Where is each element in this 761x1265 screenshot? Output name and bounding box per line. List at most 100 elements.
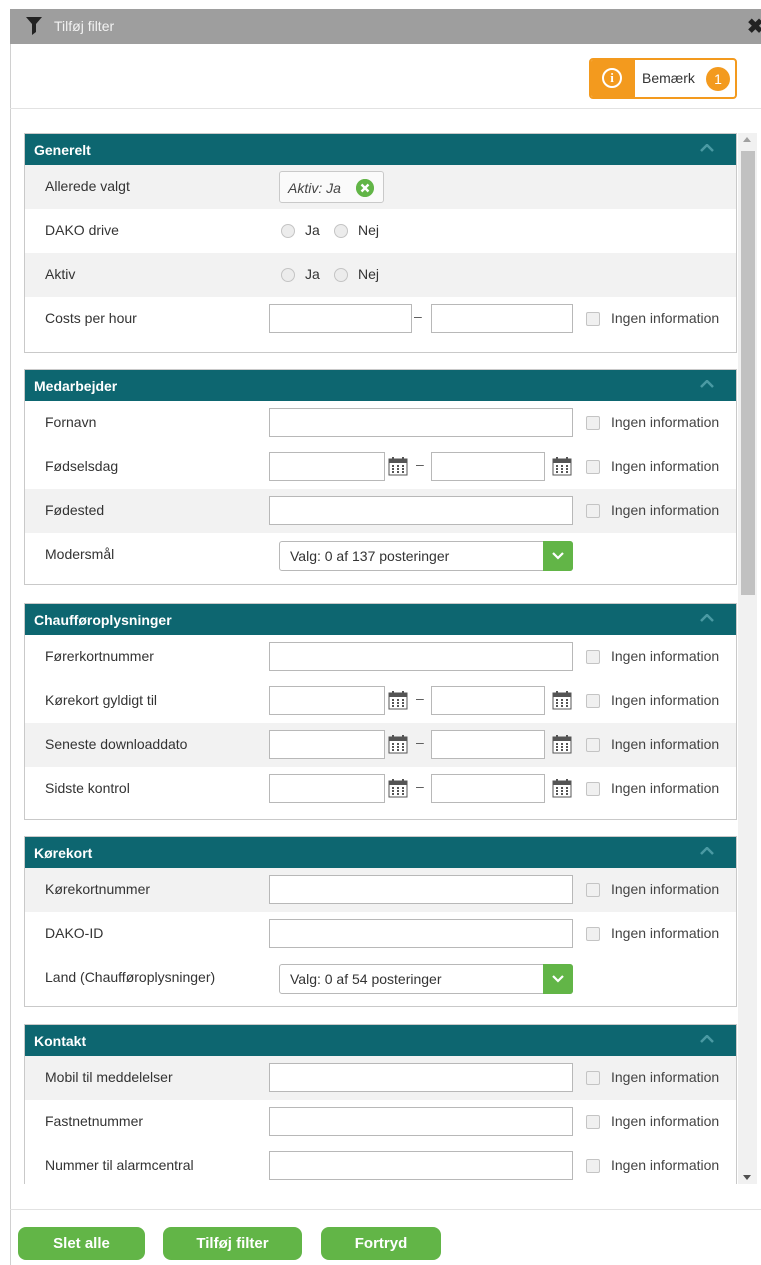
last-download-to-input[interactable] (431, 730, 545, 759)
license-number-input[interactable] (269, 642, 573, 671)
section-header-medarbejder[interactable]: Medarbejder (25, 370, 736, 401)
chevron-up-icon[interactable] (700, 614, 714, 622)
costs-from-input[interactable] (269, 304, 412, 333)
notice-button[interactable]: i Bemærk 1 (589, 58, 737, 99)
no-info-checkbox[interactable] (586, 312, 600, 326)
row-birthplace: Fødested Ingen information (25, 489, 736, 533)
no-info-checkbox[interactable] (586, 1115, 600, 1129)
notice-label: Bemærk (642, 70, 695, 86)
no-info-checkbox[interactable] (586, 927, 600, 941)
no-info-checkbox[interactable] (586, 416, 600, 430)
section-title: Medarbejder (34, 378, 118, 394)
no-info-label: Ingen information (611, 414, 720, 430)
chevron-up-icon[interactable] (700, 1035, 714, 1043)
section-title: Chaufføroplysninger (34, 612, 172, 628)
calendar-icon[interactable] (388, 778, 408, 798)
radio-yes[interactable] (281, 224, 295, 238)
no-info-checkbox[interactable] (586, 1071, 600, 1085)
chevron-down-icon (552, 552, 564, 560)
calendar-icon[interactable] (388, 456, 408, 476)
section-header-generelt[interactable]: Generelt (25, 134, 736, 165)
range-dash: – (416, 778, 424, 794)
no-info-checkbox[interactable] (586, 460, 600, 474)
row-dako-drive: DAKO drive Ja Nej (25, 209, 736, 253)
row-country: Land (Chaufføroplysninger) Valg: 0 af 54… (25, 956, 736, 1000)
row-license-valid: Kørekort gyldigt til – Ingen information (25, 679, 736, 723)
country-select[interactable]: Valg: 0 af 54 posteringer (279, 964, 573, 994)
section-title: Kontakt (34, 1033, 87, 1049)
chevron-up-icon[interactable] (700, 380, 714, 388)
filter-scroll-area[interactable]: Generelt Allerede valgt Aktiv: Ja DAKO d… (24, 133, 738, 1184)
costs-to-input[interactable] (431, 304, 573, 333)
row-aktiv: Aktiv Ja Nej (25, 253, 736, 297)
remove-circle-icon[interactable] (356, 179, 374, 197)
select-toggle[interactable] (543, 541, 573, 571)
calendar-icon[interactable] (552, 690, 572, 710)
calendar-icon[interactable] (552, 778, 572, 798)
korekort-number-input[interactable] (269, 875, 573, 904)
select-toggle[interactable] (543, 964, 573, 994)
scrollbar-thumb[interactable] (741, 151, 755, 595)
last-check-from-input[interactable] (269, 774, 385, 803)
delete-all-button[interactable]: Slet alle (18, 1227, 145, 1260)
vertical-scrollbar[interactable] (738, 133, 757, 1184)
no-info-label: Ingen information (611, 692, 720, 708)
last-download-from-input[interactable] (269, 730, 385, 759)
row-last-check: Sidste kontrol – Ingen information (25, 767, 736, 811)
section-header-korekort[interactable]: Kørekort (25, 837, 736, 868)
radio-label-no: Nej (358, 222, 380, 238)
birthday-to-input[interactable] (431, 452, 545, 481)
birthplace-input[interactable] (269, 496, 573, 525)
calendar-icon[interactable] (552, 734, 572, 754)
row-mother-tongue: Modersmål Valg: 0 af 137 posteringer (25, 533, 736, 577)
section-title: Generelt (34, 142, 91, 158)
no-info-checkbox[interactable] (586, 782, 600, 796)
header-divider (10, 108, 761, 109)
range-dash: – (416, 734, 424, 750)
no-info-checkbox[interactable] (586, 504, 600, 518)
birthday-from-input[interactable] (269, 452, 385, 481)
no-info-checkbox[interactable] (586, 650, 600, 664)
field-label: Modersmål (45, 546, 115, 562)
mobile-input[interactable] (269, 1063, 573, 1092)
field-label: Land (Chaufføroplysninger) (45, 969, 216, 985)
scroll-up-arrow-icon[interactable] (743, 137, 751, 142)
fornavn-input[interactable] (269, 408, 573, 437)
row-landline: Fastnetnummer Ingen information (25, 1100, 736, 1144)
no-info-checkbox[interactable] (586, 694, 600, 708)
cancel-button[interactable]: Fortryd (321, 1227, 441, 1260)
radio-no[interactable] (334, 224, 348, 238)
radio-yes[interactable] (281, 268, 295, 282)
row-already-selected: Allerede valgt Aktiv: Ja (25, 165, 736, 209)
no-info-checkbox[interactable] (586, 738, 600, 752)
close-icon[interactable]: ✖ (747, 14, 761, 39)
license-valid-from-input[interactable] (269, 686, 385, 715)
chevron-down-icon (552, 975, 564, 983)
add-filter-button[interactable]: Tilføj filter (163, 1227, 302, 1260)
calendar-icon[interactable] (552, 456, 572, 476)
section-header-chauffor[interactable]: Chaufføroplysninger (25, 604, 736, 635)
calendar-icon[interactable] (388, 734, 408, 754)
last-check-to-input[interactable] (431, 774, 545, 803)
section-header-kontakt[interactable]: Kontakt (25, 1025, 736, 1056)
dialog-title: Tilføj filter (54, 18, 115, 34)
section-generelt: Generelt Allerede valgt Aktiv: Ja DAKO d… (24, 133, 737, 353)
no-info-checkbox[interactable] (586, 1159, 600, 1173)
mother-tongue-select[interactable]: Valg: 0 af 137 posteringer (279, 541, 573, 571)
no-info-label: Ingen information (611, 881, 720, 897)
scroll-down-arrow-icon[interactable] (743, 1175, 751, 1180)
info-icon: i (602, 68, 622, 88)
alarm-number-input[interactable] (269, 1151, 573, 1180)
chevron-up-icon[interactable] (700, 847, 714, 855)
no-info-checkbox[interactable] (586, 883, 600, 897)
license-valid-to-input[interactable] (431, 686, 545, 715)
calendar-icon[interactable] (388, 690, 408, 710)
row-license-number: Førerkortnummer Ingen information (25, 635, 736, 679)
dialog-border (10, 44, 11, 1265)
chevron-up-icon[interactable] (700, 144, 714, 152)
row-birthday: Fødselsdag – Ingen information (25, 445, 736, 489)
field-label: Mobil til meddelelser (45, 1069, 173, 1085)
landline-input[interactable] (269, 1107, 573, 1136)
dako-id-input[interactable] (269, 919, 573, 948)
radio-no[interactable] (334, 268, 348, 282)
